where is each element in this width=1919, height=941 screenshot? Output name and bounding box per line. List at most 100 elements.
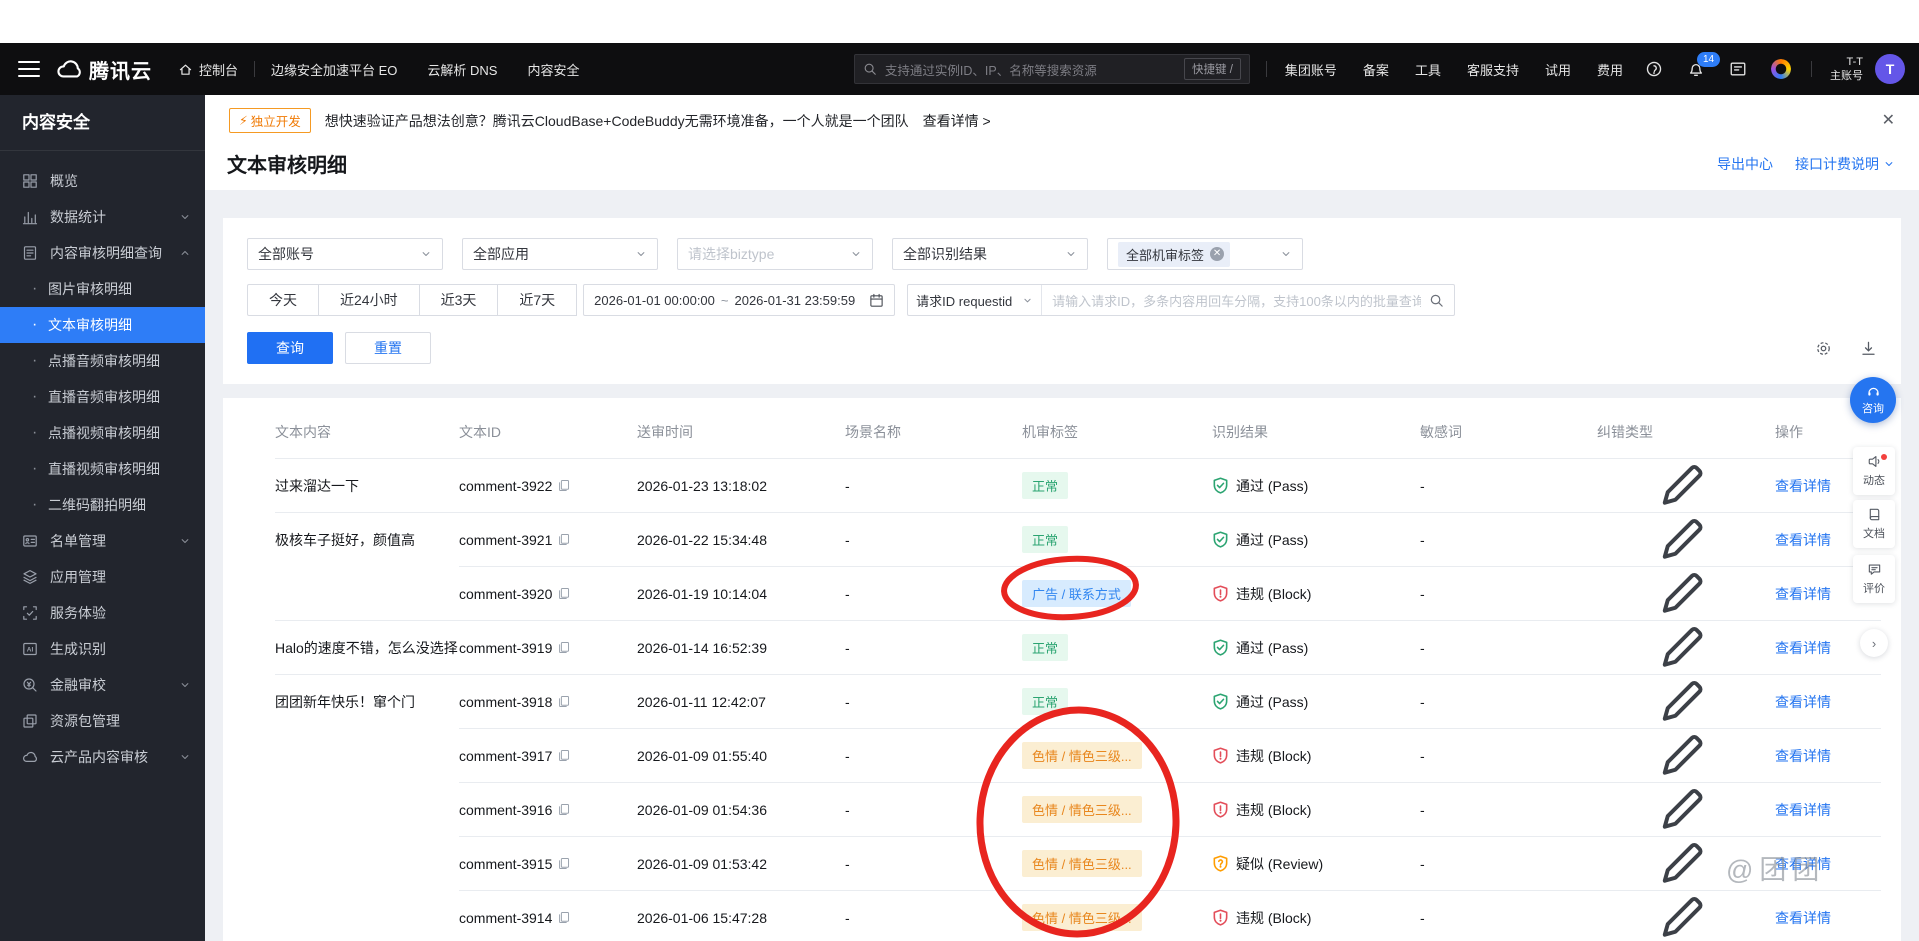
- banner-details-link[interactable]: 查看详情 >: [923, 111, 991, 131]
- export-center-link[interactable]: 导出中心: [1717, 154, 1773, 174]
- copy-icon[interactable]: [557, 479, 570, 492]
- nav-product-link[interactable]: 云解析 DNS: [427, 60, 497, 79]
- nav-product-link[interactable]: 边缘安全加速平台 EO: [271, 60, 397, 79]
- remove-tag-icon[interactable]: ✕: [1210, 247, 1224, 261]
- app-filter-select[interactable]: 全部应用: [462, 238, 658, 270]
- table-row: comment-39162026-01-09 01:54:36-色情 / 情色三…: [275, 783, 1881, 837]
- workorder-icon[interactable]: [1729, 60, 1747, 78]
- view-details-link[interactable]: 查看详情: [1775, 748, 1831, 764]
- request-id-type-select[interactable]: 请求ID requestid: [908, 285, 1042, 315]
- promo-icon[interactable]: [1771, 59, 1791, 79]
- reset-button[interactable]: 重置: [345, 332, 431, 364]
- copy-icon[interactable]: [557, 911, 570, 924]
- quick-range-button[interactable]: 近3天: [420, 284, 499, 316]
- sidebar-subitem[interactable]: ·点播音频审核明细: [0, 343, 205, 379]
- chevron-up-icon: [179, 247, 191, 259]
- nav-menu-link[interactable]: 备案: [1363, 60, 1389, 79]
- dynamic-button[interactable]: 动态: [1853, 447, 1895, 495]
- detail-query-icon: [22, 245, 38, 261]
- pencil-icon[interactable]: [1597, 891, 1767, 941]
- tag-filter-select[interactable]: 全部机审标签 ✕: [1107, 238, 1303, 270]
- tencent-cloud-logo[interactable]: 腾讯云: [56, 55, 152, 84]
- sidebar-item[interactable]: 名单管理: [0, 523, 205, 559]
- sidebar-item[interactable]: 资源包管理: [0, 703, 205, 739]
- view-details-link[interactable]: 查看详情: [1775, 586, 1831, 602]
- biztype-filter-select[interactable]: 请选择biztype: [677, 238, 873, 270]
- nav-menu-link[interactable]: 费用: [1597, 60, 1623, 79]
- help-icon[interactable]: [1645, 60, 1663, 78]
- billing-doc-link[interactable]: 接口计费说明: [1795, 154, 1895, 174]
- pencil-icon[interactable]: [1597, 621, 1767, 674]
- quick-range-button[interactable]: 近24小时: [319, 284, 420, 316]
- nav-console-link[interactable]: 控制台: [178, 60, 238, 79]
- pencil-icon[interactable]: [1597, 459, 1767, 512]
- sidebar-item[interactable]: AI生成识别: [0, 631, 205, 667]
- settings-gear-icon[interactable]: [1815, 340, 1832, 357]
- sidebar-item[interactable]: 数据统计: [0, 199, 205, 235]
- sidebar-subitem[interactable]: ·点播视频审核明细: [0, 415, 205, 451]
- search-icon[interactable]: [1429, 293, 1444, 308]
- view-details-link[interactable]: 查看详情: [1775, 532, 1831, 548]
- search-placeholder: 支持通过实例ID、IP、名称等搜索资源: [885, 60, 1176, 79]
- account-filter-select[interactable]: 全部账号: [247, 238, 443, 270]
- view-details-link[interactable]: 查看详情: [1775, 802, 1831, 818]
- pencil-icon[interactable]: [1597, 783, 1767, 836]
- notifications-button[interactable]: 14: [1687, 60, 1705, 78]
- docs-button[interactable]: 文档: [1853, 500, 1895, 548]
- result-filter-select[interactable]: 全部识别结果: [892, 238, 1088, 270]
- copy-icon[interactable]: [557, 803, 570, 816]
- quick-range-button[interactable]: 近7天: [498, 284, 577, 316]
- collapse-panel-button[interactable]: ›: [1860, 629, 1888, 657]
- request-id-input[interactable]: 请输入请求ID，多条内容用回车分隔，支持100条以内的批量查询: [1042, 285, 1454, 315]
- menu-toggle-icon[interactable]: [18, 61, 40, 77]
- view-details-link[interactable]: 查看详情: [1775, 694, 1831, 710]
- consult-button[interactable]: 咨询: [1850, 377, 1896, 423]
- copy-icon[interactable]: [557, 587, 570, 600]
- sidebar-subitem[interactable]: ·文本审核明细: [0, 307, 205, 343]
- sidebar-subitem[interactable]: ·二维码翻拍明细: [0, 487, 205, 523]
- copy-icon[interactable]: [557, 695, 570, 708]
- pencil-icon[interactable]: [1597, 513, 1767, 566]
- table-row: 团团新年快乐！窜个门comment-39182026-01-11 12:42:0…: [275, 675, 1881, 729]
- sidebar-item[interactable]: 概览: [0, 163, 205, 199]
- copy-icon[interactable]: [557, 857, 570, 870]
- global-search[interactable]: 支持通过实例ID、IP、名称等搜索资源 快捷键 /: [854, 54, 1250, 84]
- view-details-link[interactable]: 查看详情: [1775, 856, 1831, 872]
- sidebar-item[interactable]: 应用管理: [0, 559, 205, 595]
- avatar[interactable]: T: [1875, 54, 1905, 84]
- nav-menu-link[interactable]: 试用: [1545, 60, 1571, 79]
- machine-label-cell: 正常: [1022, 513, 1212, 567]
- account-info[interactable]: T-T 主账号: [1830, 55, 1863, 84]
- view-details-link[interactable]: 查看详情: [1775, 910, 1831, 926]
- nav-menu-link[interactable]: 工具: [1415, 60, 1441, 79]
- sidebar-item[interactable]: 金融审校: [0, 667, 205, 703]
- download-icon[interactable]: [1860, 340, 1877, 357]
- nav-product-link[interactable]: 内容安全: [527, 60, 579, 79]
- column-header: 敏感词: [1420, 420, 1597, 459]
- close-icon[interactable]: ✕: [1882, 113, 1895, 129]
- quick-range-button[interactable]: 今天: [247, 284, 319, 316]
- date-range-picker[interactable]: 2026-01-01 00:00:00 ~ 2026-01-31 23:59:5…: [583, 284, 895, 316]
- sidebar-item[interactable]: 服务体验: [0, 595, 205, 631]
- sidebar-item[interactable]: 云产品内容审核: [0, 739, 205, 775]
- nav-menu-link[interactable]: 客服支持: [1467, 60, 1519, 79]
- copy-icon[interactable]: [557, 641, 570, 654]
- view-details-link[interactable]: 查看详情: [1775, 478, 1831, 494]
- sidebar-item[interactable]: 内容审核明细查询: [0, 235, 205, 271]
- sidebar-subitem[interactable]: ·直播音频审核明细: [0, 379, 205, 415]
- pencil-icon[interactable]: [1597, 567, 1767, 620]
- text-id-cell: comment-3915: [459, 837, 637, 891]
- chevron-down-icon: [179, 751, 191, 763]
- feedback-button[interactable]: 评价: [1853, 555, 1895, 603]
- feedback-label: 评价: [1863, 580, 1885, 596]
- nav-menu-link[interactable]: 集团账号: [1285, 60, 1337, 79]
- copy-icon[interactable]: [557, 533, 570, 546]
- pencil-icon[interactable]: [1597, 675, 1767, 728]
- pencil-icon[interactable]: [1597, 837, 1767, 890]
- copy-icon[interactable]: [557, 749, 570, 762]
- sidebar-subitem[interactable]: ·直播视频审核明细: [0, 451, 205, 487]
- query-button[interactable]: 查询: [247, 332, 333, 364]
- pencil-icon[interactable]: [1597, 729, 1767, 782]
- sidebar-subitem[interactable]: ·图片审核明细: [0, 271, 205, 307]
- view-details-link[interactable]: 查看详情: [1775, 640, 1831, 656]
